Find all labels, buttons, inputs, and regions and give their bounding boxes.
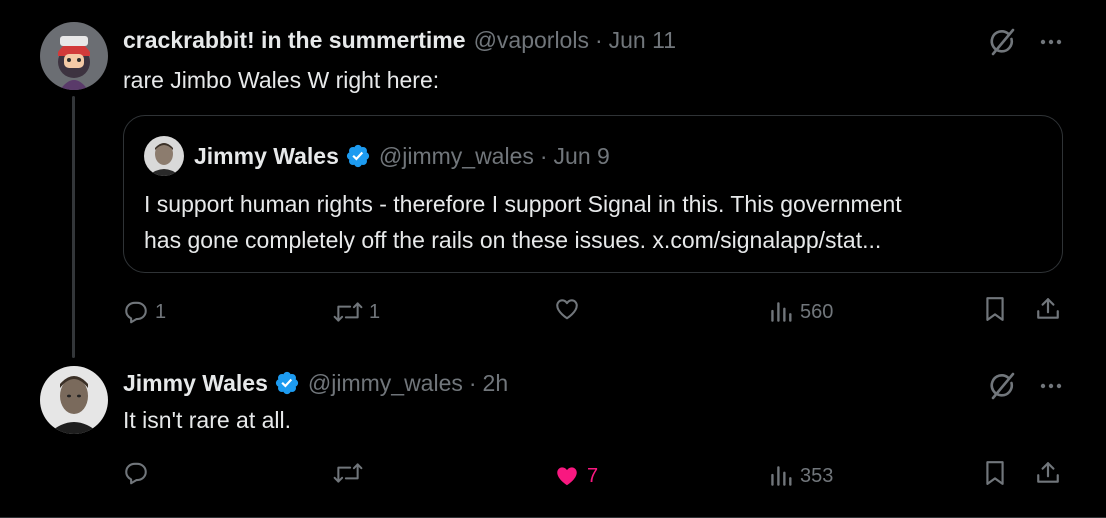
views-count: 560	[800, 301, 834, 323]
reply-button[interactable]	[123, 460, 155, 486]
avatar[interactable]	[40, 366, 108, 434]
retweet-button[interactable]: 1	[333, 296, 380, 328]
quoted-timestamp: Jun 9	[553, 143, 610, 169]
thread-container: crackrabbit! in the summertime @vaporlol…	[0, 0, 1106, 518]
grok-icon[interactable]	[986, 370, 1018, 402]
retweet-icon	[333, 299, 363, 325]
verified-badge-icon	[345, 143, 371, 169]
bookmark-icon	[983, 460, 1007, 486]
share-button[interactable]	[1035, 460, 1061, 486]
quoted-author-name: Jimmy Wales	[194, 143, 339, 169]
author-handle[interactable]: @jimmy_wales	[308, 369, 463, 397]
heart-icon	[553, 296, 581, 322]
timestamp[interactable]: 2h	[483, 369, 509, 397]
tweet-header-actions	[986, 26, 1062, 58]
thread-connector-line	[72, 96, 75, 358]
reply-count: 1	[155, 301, 167, 323]
separator-dot: ·	[468, 370, 477, 396]
share-icon	[1035, 460, 1061, 486]
heart-icon	[553, 463, 581, 489]
quoted-tweet-text: I support human rights - therefore I sup…	[144, 186, 1034, 258]
author-handle[interactable]: @vaporlols	[474, 26, 589, 54]
separator-dot: ·	[594, 27, 603, 53]
separator-dot: ·	[539, 143, 548, 169]
timestamp[interactable]: Jun 11	[609, 26, 676, 54]
bookmark-button[interactable]	[983, 296, 1007, 322]
views-button[interactable]: 560	[768, 296, 833, 328]
tweet-text: It isn't rare at all.	[123, 407, 292, 433]
reply-button[interactable]: 1	[123, 296, 166, 328]
more-icon[interactable]	[1040, 38, 1062, 46]
views-count: 353	[800, 465, 834, 487]
like-button[interactable]: 7	[553, 460, 598, 492]
analytics-icon	[768, 463, 794, 489]
quoted-tweet-header: Jimmy Wales @jimmy_wales · Jun 9	[144, 136, 610, 176]
tweet-actions: 7 353	[123, 460, 1063, 492]
share-icon	[1035, 296, 1061, 322]
tweet-header: Jimmy Wales @jimmy_wales · 2h	[123, 369, 508, 397]
like-count: 7	[587, 465, 599, 487]
quoted-tweet[interactable]: Jimmy Wales @jimmy_wales · Jun 9 I suppo…	[123, 115, 1063, 273]
author-name[interactable]: crackrabbit! in the summertime	[123, 26, 466, 54]
quoted-text-line: I support human rights - therefore I sup…	[144, 191, 902, 217]
reply-icon	[123, 299, 149, 325]
analytics-icon	[768, 299, 794, 325]
avatar	[144, 136, 184, 176]
share-button[interactable]	[1035, 296, 1061, 322]
bookmark-icon	[983, 296, 1007, 322]
grok-icon[interactable]	[986, 26, 1018, 58]
tweet-header: crackrabbit! in the summertime @vaporlol…	[123, 26, 676, 54]
like-button[interactable]	[553, 296, 587, 322]
bookmark-button[interactable]	[983, 460, 1007, 486]
views-button[interactable]: 353	[768, 460, 833, 492]
tweet-header-actions	[986, 370, 1062, 402]
tweet-actions: 1 1 560	[123, 296, 1063, 328]
retweet-count: 1	[369, 301, 381, 323]
quoted-author-handle: @jimmy_wales	[378, 143, 534, 169]
retweet-button[interactable]	[333, 460, 369, 486]
retweet-icon	[333, 460, 363, 486]
author-name[interactable]: Jimmy Wales	[123, 369, 268, 397]
reply-icon	[123, 460, 149, 486]
quoted-text-line: has gone completely off the rails on the…	[144, 227, 882, 253]
verified-badge-icon	[274, 370, 300, 396]
avatar[interactable]	[40, 22, 108, 90]
more-icon[interactable]	[1040, 382, 1062, 390]
tweet-text: rare Jimbo Wales W right here:	[123, 67, 440, 93]
